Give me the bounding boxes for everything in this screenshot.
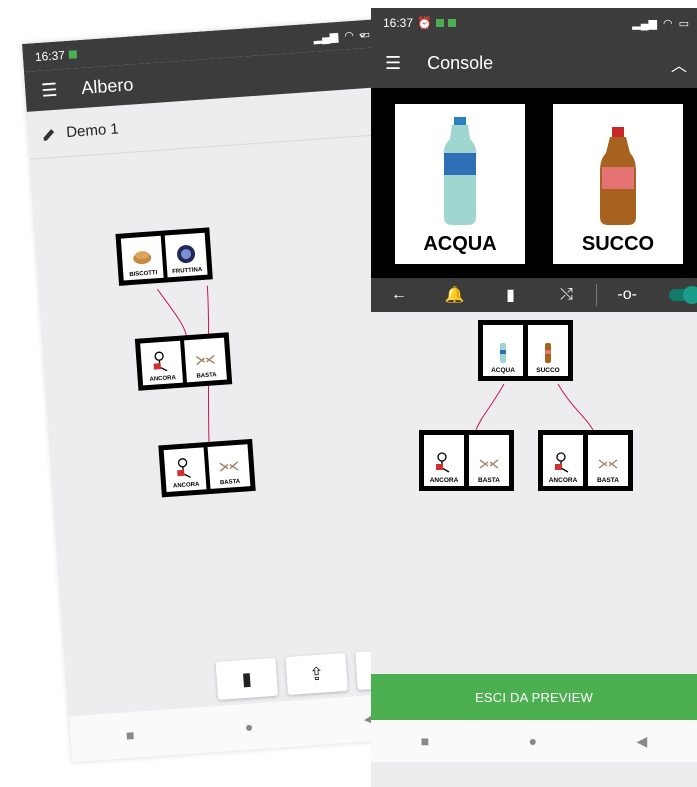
- basta-icon: [598, 459, 618, 469]
- slider-icon[interactable]: -o-: [599, 286, 655, 304]
- shuffle-icon[interactable]: ⤭: [538, 286, 594, 304]
- bell-icon[interactable]: 🔔: [427, 285, 483, 305]
- battery-icon: ▭: [678, 17, 689, 30]
- toggle-switch[interactable]: [669, 286, 697, 304]
- biscotti-icon: [133, 251, 152, 265]
- exit-preview-button[interactable]: ESCI DA PREVIEW: [371, 674, 697, 720]
- status-bar: 16:37 ⏰ ▂▄▆ ◠ ▭: [371, 8, 697, 38]
- page-title: Console: [427, 52, 494, 73]
- nav-circle-icon[interactable]: ●: [244, 719, 254, 736]
- water-bottle-icon: [443, 117, 477, 225]
- notification-icon: [447, 19, 456, 27]
- basta-icon: [195, 354, 216, 366]
- tile-basta[interactable]: BASTA: [469, 435, 509, 486]
- toolbar-divider: [596, 284, 598, 306]
- ancora-icon: [555, 452, 569, 473]
- tree-node-child-a[interactable]: ANCORA BASTA: [419, 430, 514, 491]
- tile-ancora[interactable]: ANCORA: [424, 435, 464, 486]
- new-file-button[interactable]: ▮: [215, 657, 279, 700]
- status-time: 16:37: [383, 16, 414, 30]
- tree-node-root[interactable]: BISCOTTI FRUTTINA: [115, 227, 213, 286]
- console-display: ACQUA SUCCO: [371, 88, 697, 278]
- ancora-icon: [177, 458, 191, 478]
- bookmark-icon[interactable]: ▮: [483, 285, 539, 305]
- notification-icon: [435, 19, 444, 27]
- tile-ancora[interactable]: ANCORA: [163, 447, 207, 493]
- tree-node-child-b[interactable]: ANCORA BASTA: [158, 438, 256, 498]
- back-arrow-icon[interactable]: ←: [371, 286, 427, 304]
- tile-succo[interactable]: SUCCO: [528, 325, 568, 376]
- nav-square-icon[interactable]: ■: [421, 733, 429, 749]
- basta-icon: [479, 459, 499, 469]
- console-card-acqua[interactable]: ACQUA: [395, 104, 525, 264]
- tree-node-root[interactable]: ACQUA SUCCO: [478, 320, 573, 381]
- juice-bottle-icon: [545, 343, 551, 363]
- wifi-icon: ◠: [662, 17, 673, 30]
- juice-bottle-icon: [600, 127, 636, 225]
- screenshot-stage: 16:37 ▂▄▆ ◠ ▭ ☰ Albero ⌄ Demo 1 BISCOTTI…: [0, 0, 697, 787]
- nav-square-icon[interactable]: ■: [125, 727, 135, 744]
- tree-node-child-b[interactable]: ANCORA BASTA: [538, 430, 633, 491]
- chevron-up-icon[interactable]: ︿: [671, 52, 687, 76]
- tree-node-child-a[interactable]: ANCORA BASTA: [134, 332, 233, 391]
- android-nav-bar: ■ ● ◀: [371, 720, 697, 762]
- new-file-icon: ▮: [241, 668, 253, 689]
- tile-biscotti[interactable]: BISCOTTI: [120, 235, 164, 281]
- console-card-succo[interactable]: SUCCO: [553, 104, 683, 264]
- ancora-icon: [153, 351, 168, 372]
- right-phone-screen: 16:37 ⏰ ▂▄▆ ◠ ▭ ☰ Console ︿ ACQUA SUCCO …: [371, 8, 697, 787]
- menu-icon[interactable]: ☰: [385, 53, 401, 74]
- share-icon: ⇪: [308, 662, 325, 684]
- tile-fruttina[interactable]: FRUTTINA: [164, 232, 208, 278]
- fruttina-icon: [177, 245, 196, 264]
- nav-circle-icon[interactable]: ●: [529, 733, 537, 749]
- water-bottle-icon: [500, 343, 506, 363]
- signal-icon: ▂▄▆: [632, 17, 657, 30]
- tile-basta[interactable]: BASTA: [207, 444, 251, 489]
- ancora-icon: [436, 452, 450, 473]
- basta-icon: [219, 461, 239, 472]
- alarm-icon: ⏰: [417, 16, 432, 30]
- console-toolbar: ← 🔔 ▮ ⤭ -o-: [371, 278, 697, 312]
- tile-ancora[interactable]: ANCORA: [543, 435, 583, 486]
- share-button[interactable]: ⇪: [285, 652, 348, 696]
- app-bar: ☰ Console ︿: [371, 38, 697, 88]
- nav-back-icon[interactable]: ◀: [636, 733, 647, 750]
- tile-basta[interactable]: BASTA: [184, 337, 227, 383]
- tile-ancora[interactable]: ANCORA: [140, 340, 184, 386]
- left-phone-screen: 16:37 ▂▄▆ ◠ ▭ ☰ Albero ⌄ Demo 1 BISCOTTI…: [22, 18, 432, 763]
- tile-acqua[interactable]: ACQUA: [483, 325, 523, 376]
- status-icons: ▂▄▆ ◠ ▭: [632, 17, 689, 30]
- tile-basta[interactable]: BASTA: [588, 435, 628, 486]
- tree-preview: ACQUA SUCCO ANCORA BASTA ANCORA BASTA: [371, 312, 697, 674]
